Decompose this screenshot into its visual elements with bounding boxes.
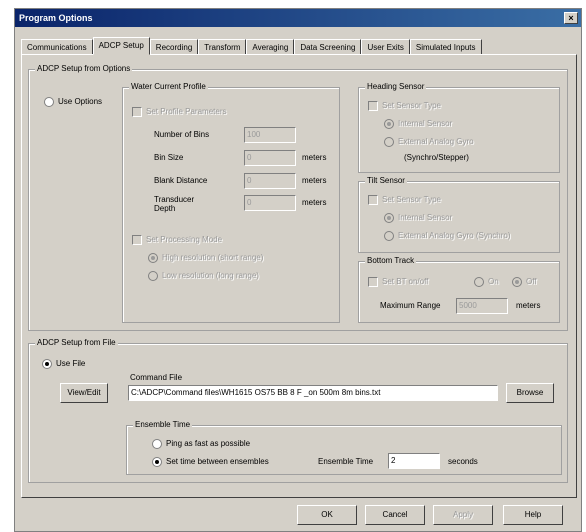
blank-distance-unit: meters — [302, 176, 327, 185]
tilt-external-radio[interactable] — [384, 231, 394, 241]
cancel-button[interactable]: Cancel — [365, 505, 425, 525]
heading-set-sensor-checkbox[interactable] — [368, 101, 378, 111]
tab-simulated-inputs[interactable]: Simulated Inputs — [409, 39, 482, 55]
ping-fast-radio[interactable] — [152, 439, 162, 449]
tab-data-screening[interactable]: Data Screening — [294, 39, 362, 55]
tab-user-exits[interactable]: User Exits — [361, 39, 410, 55]
high-resolution-label: High resolution (short range) — [162, 253, 264, 262]
set-profile-label: Set Profile Parameters — [146, 107, 227, 116]
adcp-setup-options-legend: ADCP Setup from Options — [35, 64, 133, 73]
help-button[interactable]: Help — [503, 505, 563, 525]
set-profile-checkbox[interactable] — [132, 107, 142, 117]
high-resolution-radio[interactable] — [148, 253, 158, 263]
bin-size-input[interactable]: 0 — [244, 150, 296, 166]
adcp-setup-panel: ADCP Setup from Options Use Options Wate… — [21, 54, 577, 498]
close-button[interactable]: × — [564, 12, 578, 24]
heading-external-label: External Analog Gyro — [398, 137, 474, 146]
tilt-internal-radio[interactable] — [384, 213, 394, 223]
program-options-window: Program Options × Communications ADCP Se… — [14, 8, 582, 532]
heading-sensor-legend: Heading Sensor — [365, 82, 427, 91]
number-of-bins-label: Number of Bins — [154, 130, 210, 139]
heading-external-radio[interactable] — [384, 137, 394, 147]
tilt-set-sensor-label: Set Sensor Type — [382, 195, 441, 204]
use-options-radio[interactable] — [44, 97, 54, 107]
tilt-internal-label: Internal Sensor — [398, 213, 453, 222]
use-file-radio[interactable] — [42, 359, 52, 369]
tilt-set-sensor-checkbox[interactable] — [368, 195, 378, 205]
bt-off-radio[interactable] — [512, 277, 522, 287]
bt-off-label: Off — [526, 277, 537, 286]
bt-set-checkbox[interactable] — [368, 277, 378, 287]
adcp-setup-file-legend: ADCP Setup from File — [35, 338, 118, 347]
browse-button[interactable]: Browse — [506, 383, 554, 403]
tab-strip: Communications ADCP Setup Recording Tran… — [21, 37, 482, 55]
use-options-label: Use Options — [58, 97, 103, 106]
tab-transform[interactable]: Transform — [198, 39, 247, 55]
tab-recording[interactable]: Recording — [149, 39, 199, 55]
view-edit-button[interactable]: View/Edit — [60, 383, 108, 403]
bt-on-label: On — [488, 277, 499, 286]
bt-on-radio[interactable] — [474, 277, 484, 287]
blank-distance-input[interactable]: 0 — [244, 173, 296, 189]
set-processing-checkbox[interactable] — [132, 235, 142, 245]
transducer-depth-label: Transducer Depth — [154, 195, 195, 213]
ping-fast-label: Ping as fast as possible — [166, 439, 251, 448]
bin-size-unit: meters — [302, 153, 327, 162]
title-bar: Program Options × — [15, 9, 581, 27]
water-current-profile-legend: Water Current Profile — [129, 82, 208, 91]
low-resolution-radio[interactable] — [148, 271, 158, 281]
command-file-label: Command File — [130, 373, 183, 382]
ensemble-time-group: Ensemble Time — [126, 420, 562, 475]
heading-set-sensor-label: Set Sensor Type — [382, 101, 441, 110]
tilt-sensor-legend: Tilt Sensor — [365, 176, 407, 185]
heading-internal-label: Internal Sensor — [398, 119, 453, 128]
blank-distance-label: Blank Distance — [154, 176, 208, 185]
ensemble-time-input[interactable]: 2 — [388, 453, 440, 469]
tab-communications[interactable]: Communications — [21, 39, 93, 55]
set-time-radio[interactable] — [152, 457, 162, 467]
max-range-label: Maximum Range — [380, 301, 441, 310]
heading-internal-radio[interactable] — [384, 119, 394, 129]
heading-external-note: (Synchro/Stepper) — [404, 153, 469, 162]
set-processing-label: Set Processing Mode — [146, 235, 223, 244]
bt-set-label: Set BT on/off — [382, 277, 429, 286]
transducer-depth-input[interactable]: 0 — [244, 195, 296, 211]
ok-button[interactable]: OK — [297, 505, 357, 525]
use-file-label: Use File — [56, 359, 86, 368]
ensemble-time-legend: Ensemble Time — [133, 420, 193, 429]
transducer-depth-unit: meters — [302, 198, 327, 207]
low-resolution-label: Low resolution (long range) — [162, 271, 259, 280]
tilt-external-label: External Analog Gyro (Synchro) — [398, 231, 511, 240]
tab-averaging[interactable]: Averaging — [246, 39, 295, 55]
max-range-input[interactable]: 5000 — [456, 298, 508, 314]
command-file-input[interactable]: C:\ADCP\Command files\WH1615 OS75 BB 8 F… — [128, 385, 498, 401]
max-range-unit: meters — [516, 301, 541, 310]
bottom-track-legend: Bottom Track — [365, 256, 417, 265]
bin-size-label: Bin Size — [154, 153, 184, 162]
set-time-label: Set time between ensembles — [166, 457, 269, 466]
ensemble-time-label: Ensemble Time — [318, 457, 374, 466]
number-of-bins-input[interactable]: 100 — [244, 127, 296, 143]
tab-adcp-setup[interactable]: ADCP Setup — [92, 37, 150, 55]
window-title: Program Options — [19, 13, 93, 23]
apply-button[interactable]: Apply — [433, 505, 493, 525]
ensemble-time-unit: seconds — [448, 457, 478, 466]
